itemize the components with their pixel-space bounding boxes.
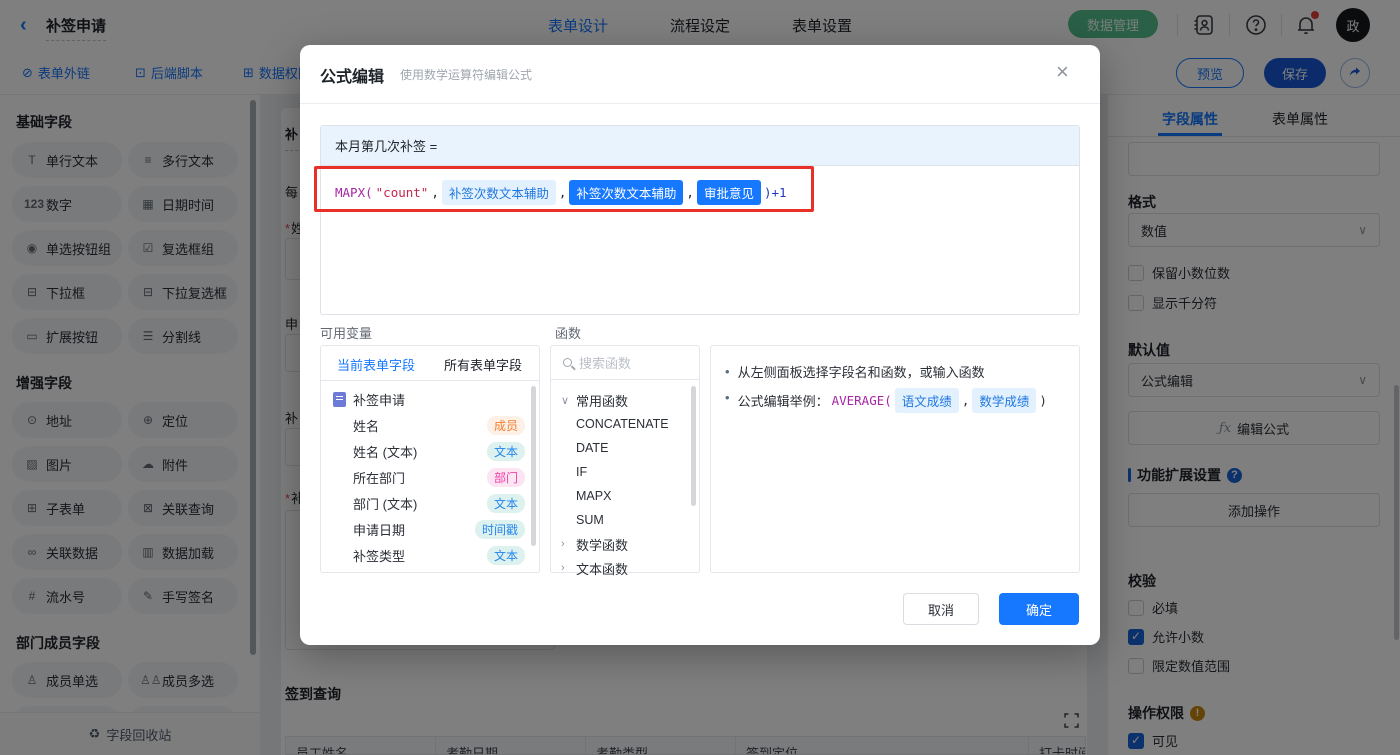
variable-row[interactable]: 部门 (文本) 文本: [321, 490, 539, 516]
form-doc-icon: [333, 391, 346, 407]
form-node-row[interactable]: 补签申请: [321, 386, 539, 412]
variable-row[interactable]: 姓名 成员: [321, 412, 539, 438]
type-badge: 文本: [486, 545, 525, 565]
function-item[interactable]: CONCATENATE: [551, 412, 699, 436]
bullet-icon: •: [725, 390, 730, 405]
type-badge: 文本: [486, 441, 525, 461]
bullet-icon: •: [725, 364, 730, 379]
field-pill-selected[interactable]: 审批意见: [696, 180, 761, 205]
function-item[interactable]: MAPX: [551, 484, 699, 508]
type-badge: 成员: [486, 415, 525, 435]
divider: [321, 380, 539, 381]
functions-scrollbar[interactable]: [691, 386, 696, 506]
type-badge: 部门: [486, 467, 525, 487]
search-placeholder: 搜索函数: [579, 356, 632, 371]
chevron-down-icon: ∨: [561, 394, 570, 407]
modal-subtitle: 使用数学运算符编辑公式: [400, 68, 533, 82]
help-panel: • 从左侧面板选择字段名和函数，或输入函数 • 公式编辑举例： AVERAGE(…: [710, 345, 1080, 573]
tab-current-form-fields[interactable]: 当前表单字段: [337, 355, 415, 374]
divider: [300, 103, 1100, 104]
function-search[interactable]: 搜索函数: [551, 346, 699, 380]
variables-scrollbar[interactable]: [531, 386, 536, 546]
variable-row[interactable]: 姓名 (文本) 文本: [321, 438, 539, 464]
type-badge: 文本: [486, 493, 525, 513]
formula-edit-modal: 公式编辑 使用数学运算符编辑公式 × 本月第几次补签 = MAPX( "coun…: [300, 45, 1100, 645]
function-token: AVERAGE(: [831, 393, 892, 408]
variables-title: 可用变量: [320, 326, 373, 341]
function-group-common[interactable]: ∨ 常用函数: [551, 388, 699, 412]
chevron-right-icon: ›: [561, 538, 565, 550]
formula-target: 本月第几次补签 =: [321, 126, 1079, 166]
function-group-text[interactable]: › 文本函数: [551, 556, 699, 580]
cancel-button[interactable]: 取消: [903, 593, 979, 625]
confirm-button[interactable]: 确定: [999, 593, 1079, 625]
variables-panel: 当前表单字段 所有表单字段 补签申请 姓名 成员 姓名 (文本) 文本 所在部门…: [320, 345, 540, 573]
tab-all-form-fields[interactable]: 所有表单字段: [444, 355, 522, 374]
field-pill-selected[interactable]: 补签次数文本辅助: [569, 180, 684, 205]
function-group-math[interactable]: › 数学函数: [551, 532, 699, 556]
help-tip: • 从左侧面板选择字段名和函数，或输入函数: [725, 364, 985, 380]
suffix-token: )+1: [763, 185, 787, 200]
function-item[interactable]: IF: [551, 460, 699, 484]
example-field-pill: 数学成绩: [972, 388, 1037, 413]
formula-editor[interactable]: 本月第几次补签 = MAPX( "count" , 补签次数文本辅助 , 补签次…: [320, 125, 1080, 315]
modal-title: 公式编辑: [320, 69, 385, 86]
search-icon: [563, 358, 572, 367]
functions-panel: 搜索函数 ∨ 常用函数 CONCATENATE DATE IF MAPX SUM…: [550, 345, 700, 577]
formula-expression: MAPX( "count" , 补签次数文本辅助 , 补签次数文本辅助 , 审批…: [335, 180, 787, 205]
string-token: "count": [375, 185, 429, 200]
variable-row[interactable]: 申请日期 时间戳: [321, 516, 539, 542]
variable-row[interactable]: 所在部门 部门: [321, 464, 539, 490]
help-example: • 公式编辑举例： AVERAGE( 语文成绩 , 数学成绩 ): [725, 388, 1047, 413]
field-pill[interactable]: 补签次数文本辅助: [441, 180, 556, 205]
chevron-right-icon: ›: [561, 562, 565, 574]
variable-row[interactable]: 补签类型 文本: [321, 542, 539, 568]
type-badge: 时间戳: [474, 519, 525, 539]
function-item[interactable]: DATE: [551, 436, 699, 460]
functions-title: 函数: [555, 326, 582, 341]
function-token: MAPX(: [335, 185, 373, 200]
function-item[interactable]: SUM: [551, 508, 699, 532]
example-field-pill: 语文成绩: [894, 388, 959, 413]
close-icon[interactable]: ×: [1056, 61, 1069, 83]
